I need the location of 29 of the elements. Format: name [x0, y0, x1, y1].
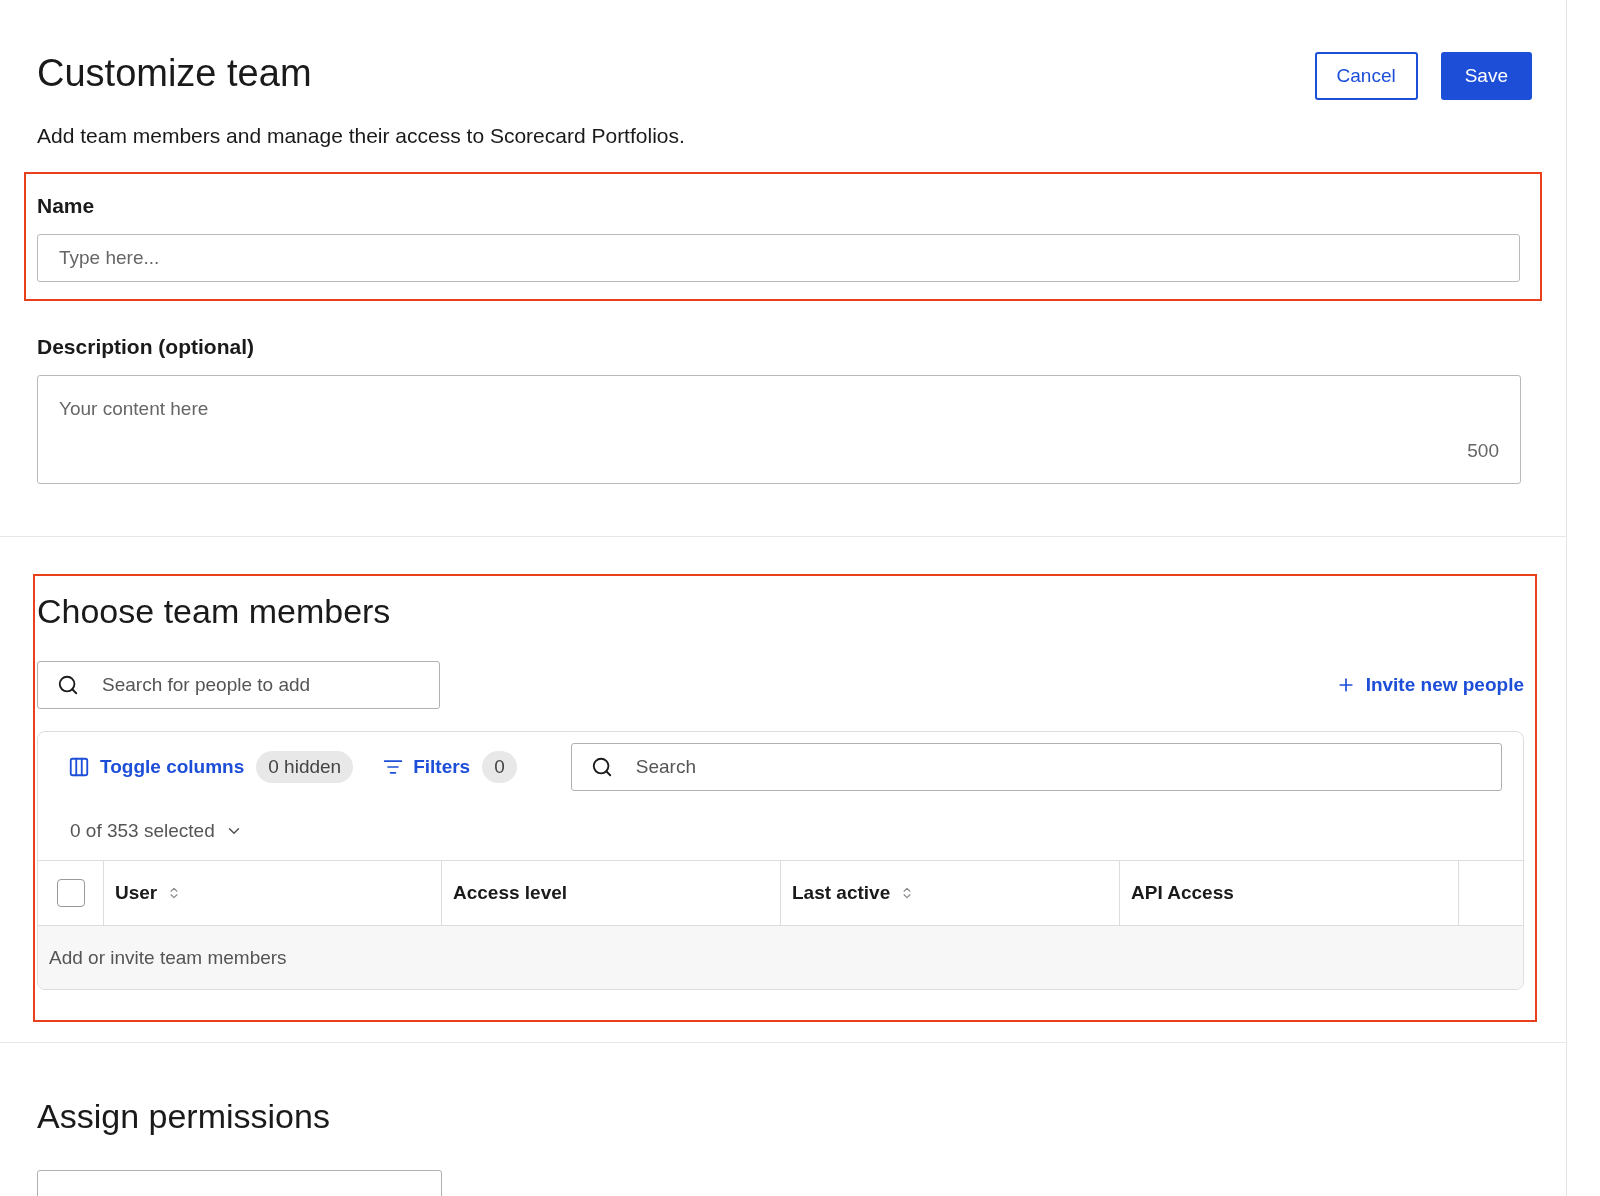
selection-dropdown[interactable]: 0 of 353 selected [70, 820, 243, 842]
character-counter: 500 [1467, 440, 1499, 462]
page-title: Customize team [37, 52, 312, 95]
section-title: Choose team members [37, 592, 392, 631]
invite-link[interactable]: Invite new people [1335, 674, 1524, 696]
column-header[interactable]: User [115, 882, 158, 904]
empty-table-message: Add or invite team members [38, 925, 1523, 989]
hidden-count-badge: 0 hidden [256, 751, 354, 783]
section-title: Assign permissions [37, 1097, 331, 1136]
table-search-field[interactable]: Search [570, 743, 1502, 791]
search-icon [590, 756, 613, 778]
column-header: API Access [1131, 882, 1234, 904]
filter-icon [383, 757, 404, 777]
select-all-checkbox[interactable] [57, 879, 85, 907]
column-header: Access level [453, 882, 568, 904]
cancel-button[interactable]: Cancel [1314, 52, 1418, 100]
column-header[interactable]: Last active [792, 882, 891, 904]
field-label: Name [37, 194, 96, 218]
name-input-field[interactable]: Type here... [37, 234, 1520, 282]
input-field[interactable] [37, 1170, 442, 1196]
field-label: Description (optional) [37, 335, 255, 359]
toggle-columns-button[interactable]: Toggle columns [68, 756, 245, 778]
filters-count-badge: 0 [482, 751, 517, 783]
filters-button[interactable]: Filters [383, 756, 471, 778]
page-subtitle: Add team members and manage their access to Scorecard Portfolios. [37, 124, 686, 148]
columns-icon [68, 756, 90, 778]
save-button[interactable]: Save [1440, 52, 1532, 100]
people-search-field[interactable]: Search for people to add [37, 661, 440, 709]
search-icon [57, 674, 79, 696]
